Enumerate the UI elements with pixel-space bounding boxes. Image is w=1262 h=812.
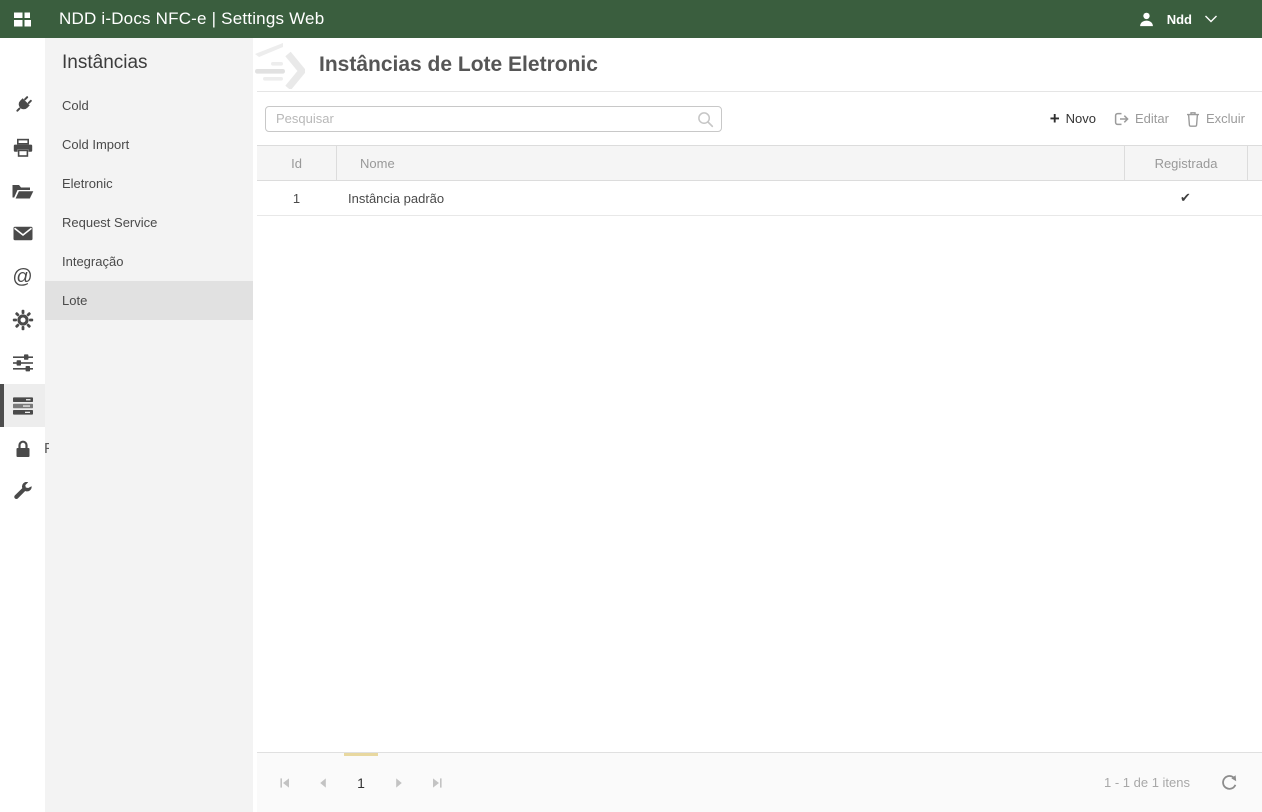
envelope-icon <box>13 226 33 241</box>
search-wrap <box>265 106 722 132</box>
rail-item-sliders[interactable] <box>0 341 45 384</box>
rail-item-instances[interactable] <box>0 384 45 427</box>
rail-item-security[interactable] <box>0 427 45 470</box>
pager-first-button[interactable] <box>266 753 304 812</box>
search-icon <box>697 111 714 128</box>
sidebar-item-lote[interactable]: Lote <box>45 281 253 320</box>
column-header-registrada[interactable]: Registrada <box>1124 146 1247 180</box>
user-menu[interactable]: Ndd <box>1138 11 1218 28</box>
table-row[interactable]: 1 Instância padrão ✔ <box>257 181 1262 216</box>
at-icon: @ <box>12 267 32 287</box>
check-icon: ✔ <box>1180 190 1191 206</box>
folder-open-icon <box>11 182 34 200</box>
rail-item-settings[interactable] <box>0 298 45 341</box>
topbar: NDD i-Docs NFC-e | Settings Web Ndd <box>0 0 1262 38</box>
plus-icon: + <box>1050 112 1060 126</box>
toolbar: + Novo Editar Excluir <box>257 92 1262 145</box>
rail-item-at[interactable]: @ <box>0 255 45 298</box>
pager-next-icon <box>392 776 406 790</box>
sidebar-item-eletronic[interactable]: Eletronic <box>45 164 253 203</box>
chevron-down-icon <box>1204 15 1218 23</box>
sidebar-item-cold-import[interactable]: Cold Import <box>45 125 253 164</box>
lock-icon <box>14 439 32 459</box>
sidebar-item-request-service[interactable]: Request Service <box>45 203 253 242</box>
cell-registrada: ✔ <box>1124 181 1247 215</box>
grid-header: Id Nome Registrada <box>257 145 1262 181</box>
page-title: Instâncias de Lote Eletronic <box>319 53 598 77</box>
grid-empty-area <box>253 216 1262 752</box>
pager-first-icon <box>278 776 292 790</box>
pager-prev-button[interactable] <box>304 753 342 812</box>
rail-item-printer[interactable] <box>0 126 45 169</box>
pager-info: 1 - 1 de 1 itens <box>1104 775 1190 790</box>
clipped-label-artifact: F <box>44 440 49 456</box>
sidebar-item-integracao[interactable]: Integração <box>45 242 253 281</box>
pager-last-icon <box>430 776 444 790</box>
pager-next-button[interactable] <box>380 753 418 812</box>
delete-button[interactable]: Excluir <box>1186 111 1245 127</box>
instances-sidebar: Instâncias Cold Cold Import Eletronic Re… <box>45 38 253 812</box>
refresh-button[interactable] <box>1220 774 1238 792</box>
pager-prev-icon <box>316 776 330 790</box>
pager-right: 1 - 1 de 1 itens <box>1104 774 1238 792</box>
user-name: Ndd <box>1167 12 1192 27</box>
search-input[interactable] <box>265 106 722 132</box>
server-icon <box>12 397 34 415</box>
wrench-icon <box>13 482 33 502</box>
rail-item-tools[interactable] <box>0 470 45 513</box>
column-header-id[interactable]: Id <box>257 146 336 180</box>
sliders-icon <box>12 354 34 372</box>
rail-item-mail[interactable] <box>0 212 45 255</box>
column-header-filler <box>1247 146 1262 180</box>
cell-id: 1 <box>257 181 336 215</box>
pager-page-1[interactable]: 1 <box>342 753 380 812</box>
app-title: NDD i-Docs NFC-e | Settings Web <box>59 9 324 29</box>
rail-item-folder[interactable] <box>0 169 45 212</box>
app-grid-icon[interactable] <box>13 9 33 29</box>
gear-icon <box>12 309 34 331</box>
page-header: Instâncias de Lote Eletronic <box>257 38 1262 92</box>
trash-icon <box>1186 111 1200 127</box>
edit-icon <box>1113 111 1129 127</box>
user-icon <box>1138 11 1155 28</box>
edit-button[interactable]: Editar <box>1113 111 1169 127</box>
pager: 1 1 - 1 de 1 itens <box>257 752 1262 812</box>
toolbar-buttons: + Novo Editar Excluir <box>1050 111 1245 127</box>
pager-last-button[interactable] <box>418 753 456 812</box>
plug-icon <box>12 94 34 116</box>
column-header-nome[interactable]: Nome <box>336 146 1124 180</box>
page-title-icon <box>255 43 305 89</box>
rail-item-plug[interactable] <box>0 83 45 126</box>
cell-nome: Instância padrão <box>336 181 1124 215</box>
main-content: Instâncias de Lote Eletronic + Novo Edit… <box>253 38 1262 812</box>
icon-rail: @ <box>0 38 45 812</box>
printer-icon <box>12 138 34 158</box>
new-button[interactable]: + Novo <box>1050 111 1096 126</box>
pager-nav: 1 <box>257 753 456 812</box>
sidebar-heading: Instâncias <box>45 38 253 86</box>
sidebar-item-cold[interactable]: Cold <box>45 86 253 125</box>
refresh-icon <box>1220 774 1238 792</box>
